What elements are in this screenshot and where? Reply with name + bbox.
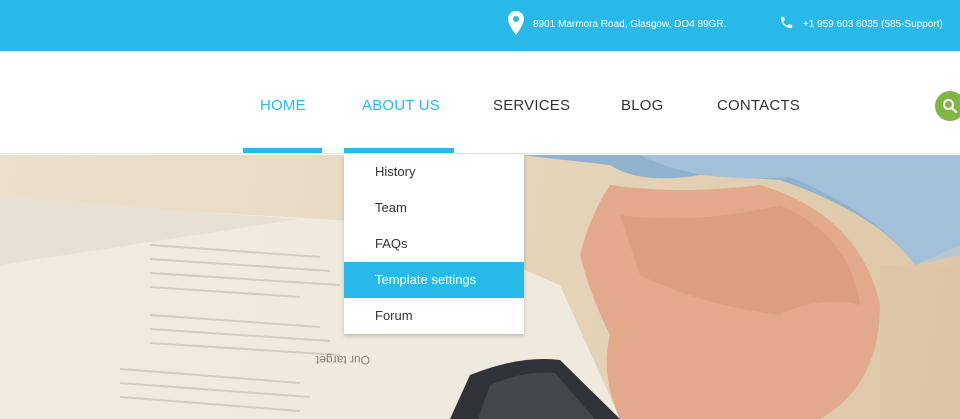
menu-item-history[interactable]: History: [344, 154, 524, 190]
phone-text: +1 959 603 6035 (585-Support): [803, 18, 943, 30]
nav-about-indicator: [344, 148, 454, 153]
menu-item-forum[interactable]: Forum: [344, 298, 524, 334]
map-pin-icon: [508, 10, 524, 38]
nav-services[interactable]: SERVICES: [493, 97, 570, 114]
menu-item-template-settings[interactable]: Template settings: [344, 262, 524, 298]
phone-icon: [779, 15, 794, 33]
phone-info[interactable]: +1 959 603 6035 (585-Support): [779, 12, 943, 36]
about-dropdown-menu: History Team FAQs Template settings Foru…: [344, 154, 524, 334]
top-bar: 8901 Marmora Road, Glasgow, DO4 89GR. +1…: [0, 0, 960, 51]
search-button[interactable]: [935, 91, 960, 121]
nav-home[interactable]: HOME: [260, 97, 306, 114]
menu-item-team[interactable]: Team: [344, 190, 524, 226]
search-icon: [942, 98, 958, 114]
address-info: 8901 Marmora Road, Glasgow, DO4 89GR.: [508, 10, 727, 38]
nav-about-us[interactable]: ABOUT US: [362, 97, 440, 114]
main-header: HOME ABOUT US SERVICES BLOG CONTACTS: [0, 51, 960, 154]
menu-item-faqs[interactable]: FAQs: [344, 226, 524, 262]
address-text: 8901 Marmora Road, Glasgow, DO4 89GR.: [533, 18, 727, 30]
nav-home-indicator: [243, 148, 322, 153]
nav-contacts[interactable]: CONTACTS: [717, 97, 800, 114]
paper-heading: Our target: [315, 353, 370, 367]
nav-blog[interactable]: BLOG: [621, 97, 663, 114]
